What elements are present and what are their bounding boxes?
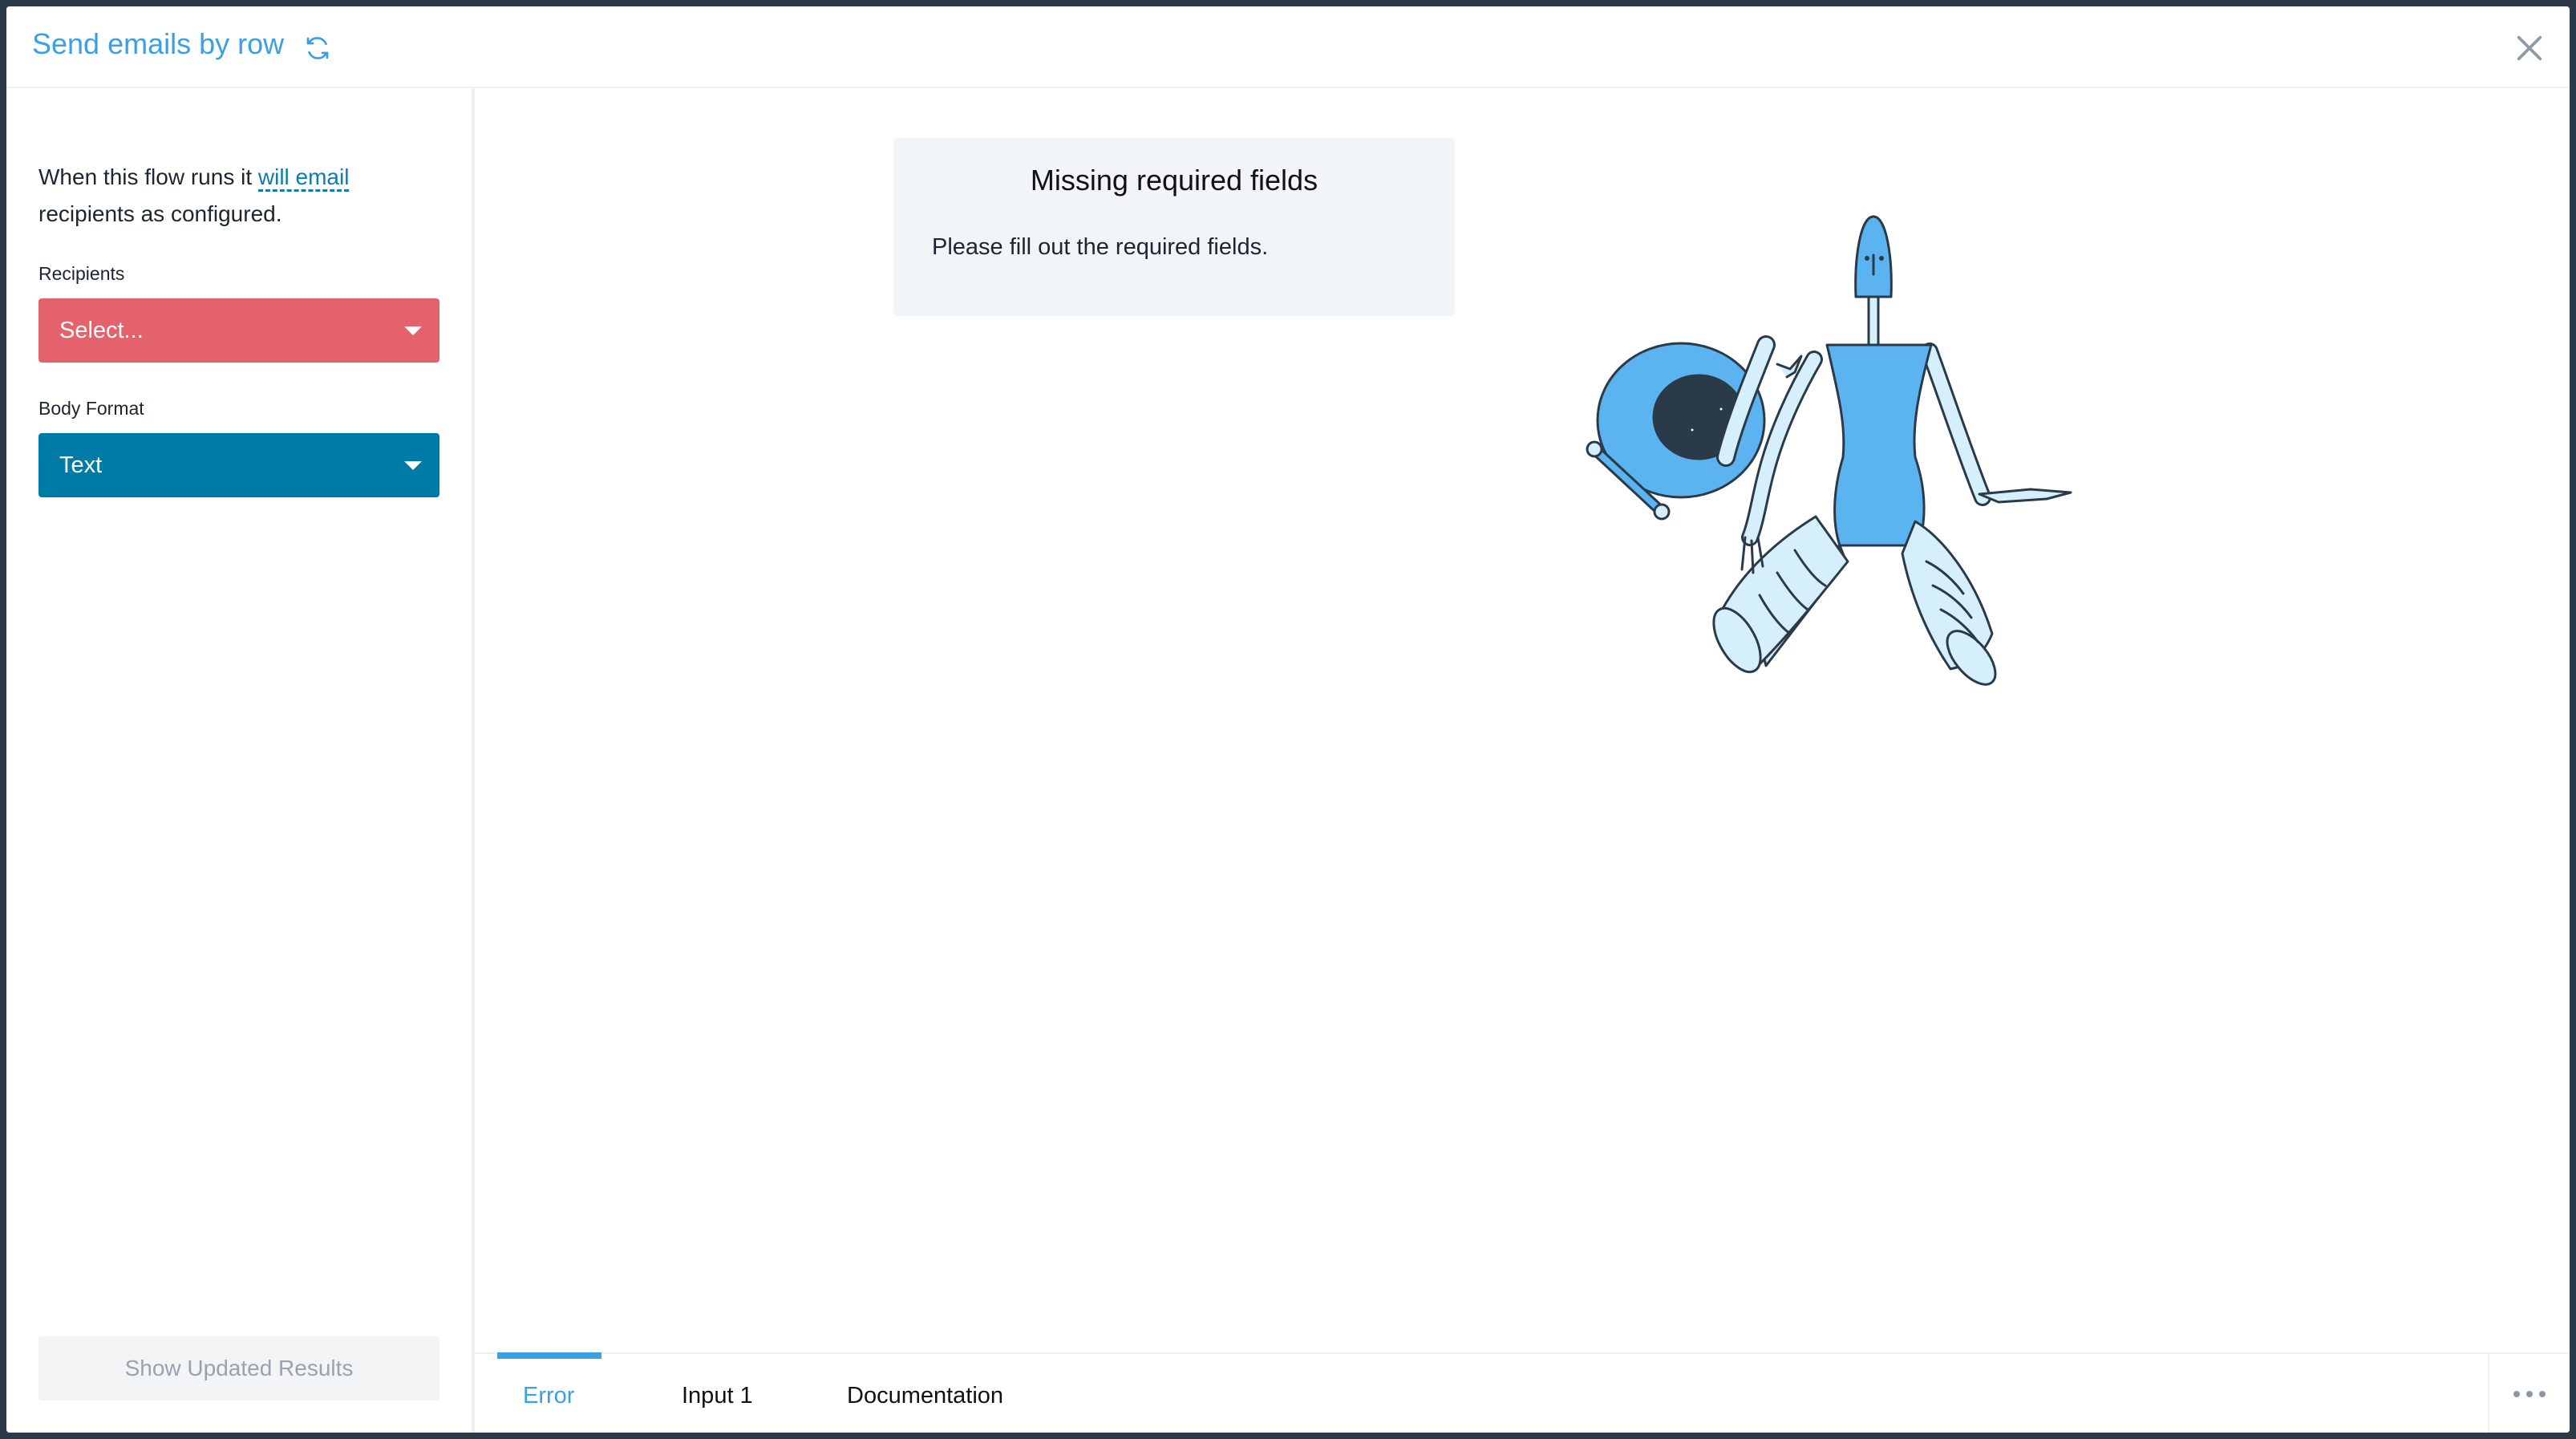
bottom-tab-bar: Error Input 1 Documentation (475, 1352, 2570, 1433)
tab-error[interactable]: Error (523, 1383, 574, 1409)
main-panel: Missing required fields Please fill out … (475, 88, 2570, 1433)
modal-header: Send emails by row (6, 6, 2570, 88)
caret-down-icon (404, 326, 422, 335)
body-format-select-value: Text (59, 452, 103, 478)
modal-title: Send emails by row (32, 27, 285, 60)
will-email-link[interactable]: will email (257, 164, 350, 192)
refresh-icon[interactable] (303, 34, 332, 63)
modal-dialog: Send emails by row When this flow runs i… (6, 6, 2570, 1433)
config-sidebar: When this flow runs it will email recipi… (6, 88, 475, 1433)
recipients-select-value: Select... (59, 318, 144, 343)
error-message: Please fill out the required fields. (932, 234, 1269, 260)
error-card: Missing required fields Please fill out … (893, 138, 1455, 316)
body-format-label: Body Format (38, 398, 144, 419)
tab-documentation[interactable]: Documentation (847, 1383, 1003, 1409)
caret-down-icon (404, 461, 422, 470)
body-format-select[interactable]: Text (38, 433, 439, 497)
show-updated-results-button[interactable]: Show Updated Results (38, 1336, 439, 1400)
more-options-icon[interactable] (2488, 1354, 2570, 1433)
recipients-label: Recipients (38, 263, 125, 284)
intro-prefix: When this flow runs it (38, 164, 258, 189)
recipients-select[interactable]: Select... (38, 298, 439, 363)
tab-input-1[interactable]: Input 1 (682, 1383, 753, 1409)
intro-suffix: recipients as configured. (38, 201, 282, 226)
robot-illustration (1586, 215, 2072, 686)
error-title: Missing required fields (1030, 164, 1318, 197)
active-tab-indicator (497, 1352, 601, 1359)
flow-description: When this flow runs it will email recipi… (38, 159, 439, 233)
close-icon[interactable] (2513, 32, 2546, 64)
